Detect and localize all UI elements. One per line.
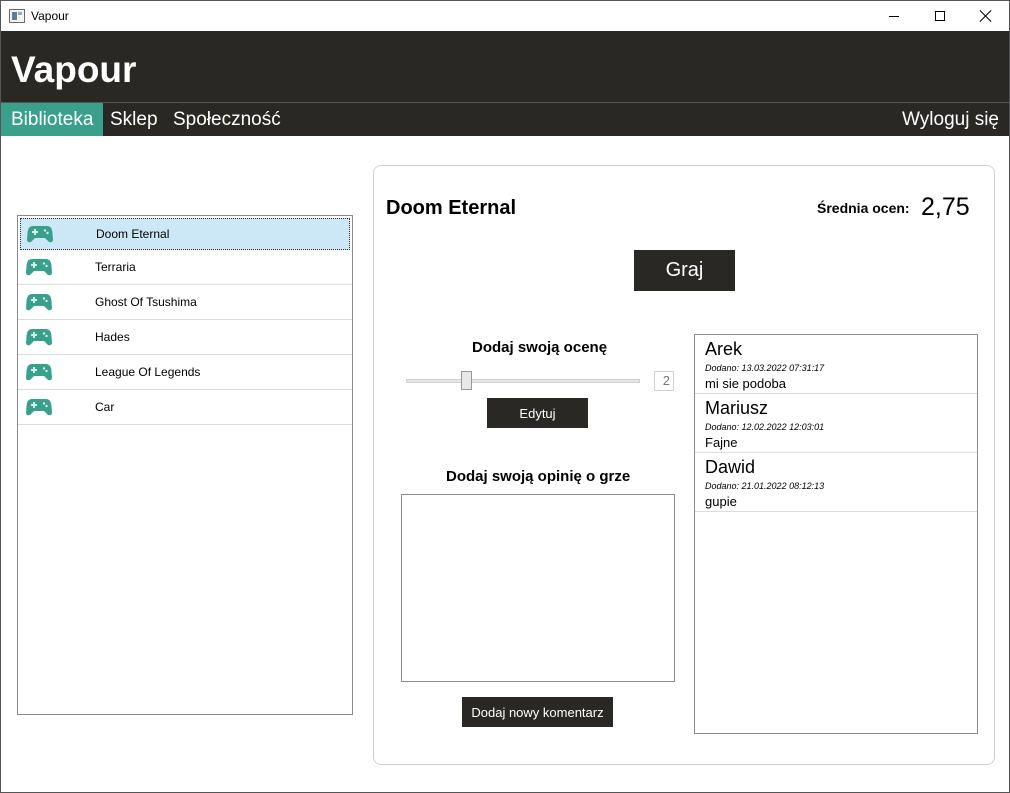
minimize-button[interactable] — [871, 1, 917, 31]
comment-item[interactable]: Dawid Dodano: 21.01.2022 08:12:13 gupie — [695, 453, 977, 512]
rating-slider-track[interactable] — [406, 379, 640, 383]
window-title: Vapour — [31, 9, 69, 23]
game-name: Car — [95, 400, 115, 414]
comments-list[interactable]: Arek Dodano: 13.03.2022 07:31:17 mi sie po… — [694, 334, 978, 734]
gamepad-icon — [26, 259, 52, 276]
rating-value-box: 2 — [654, 371, 674, 391]
close-icon — [980, 10, 992, 22]
comment-date: Dodano: 12.02.2022 12:03:01 — [705, 422, 825, 432]
game-name: Hades — [95, 330, 130, 344]
comment-text: Fajne — [705, 435, 738, 450]
comment-text: gupie — [705, 494, 737, 509]
nav-item-biblioteka[interactable]: Biblioteka — [1, 103, 104, 136]
game-list-item[interactable]: League Of Legends — [18, 355, 352, 390]
gamepad-icon — [26, 399, 52, 416]
game-title: Doom Eternal — [386, 197, 517, 219]
game-list-item[interactable]: Terraria — [18, 250, 352, 285]
game-list-item[interactable]: Car — [18, 390, 352, 425]
game-list-item[interactable]: Hades — [18, 320, 352, 355]
comment-item[interactable]: Mariusz Dodano: 12.02.2022 12:03:01 Fajne — [695, 394, 977, 453]
nav-item-sklep[interactable]: Sklep — [100, 103, 168, 136]
gamepad-icon — [27, 226, 53, 243]
rating-slider-thumb[interactable] — [461, 371, 472, 390]
comment-author: Dawid — [705, 457, 756, 477]
edit-rating-button[interactable]: Edytuj — [487, 398, 588, 428]
nav-item-spolecznosc[interactable]: Społeczność — [163, 103, 291, 136]
minimize-icon — [889, 15, 899, 17]
add-comment-button[interactable]: Dodaj nowy komentarz — [462, 697, 613, 727]
app-window: Vapour Vapour Biblioteka Sklep Społeczno… — [0, 0, 1010, 793]
comment-author: Mariusz — [705, 398, 769, 418]
opinion-label: Dodaj swoją opinię o grze — [446, 468, 631, 485]
game-name: Terraria — [95, 260, 136, 274]
close-button[interactable] — [963, 1, 1009, 31]
comment-date: Dodano: 21.01.2022 08:12:13 — [705, 481, 825, 491]
logout-button[interactable]: Wyloguj się — [892, 103, 1009, 136]
game-list-item[interactable]: Ghost Of Tsushima — [18, 285, 352, 320]
opinion-textarea[interactable] — [401, 494, 675, 682]
gamepad-icon — [26, 294, 52, 311]
maximize-icon — [935, 11, 945, 21]
game-details-panel: Doom Eternal Średnia ocen: 2,75 Graj Dod… — [373, 165, 995, 765]
app-header: Vapour — [1, 31, 1009, 102]
app-logo: Vapour — [11, 49, 137, 90]
play-button[interactable]: Graj — [634, 250, 735, 291]
app-icon — [9, 9, 25, 23]
game-name: Ghost Of Tsushima — [95, 295, 197, 309]
average-rating-value: 2,75 — [921, 193, 970, 221]
game-list-item[interactable]: Doom Eternal — [20, 218, 350, 250]
gamepad-icon — [26, 329, 52, 346]
rate-label: Dodaj swoją ocenę — [472, 339, 608, 356]
average-rating-label: Średnia ocen: — [817, 200, 910, 216]
gamepad-icon — [26, 364, 52, 381]
comment-item[interactable]: Arek Dodano: 13.03.2022 07:31:17 mi sie po… — [695, 335, 977, 394]
comment-date: Dodano: 13.03.2022 07:31:17 — [705, 363, 825, 373]
comment-text: mi sie podoba — [705, 376, 786, 391]
title-bar: Vapour — [1, 1, 1009, 31]
comment-author: Arek — [705, 339, 743, 359]
nav-bar: Biblioteka Sklep Społeczność Wyloguj się — [1, 102, 1009, 136]
maximize-button[interactable] — [917, 1, 963, 31]
game-name: League Of Legends — [95, 365, 201, 379]
game-name: Doom Eternal — [96, 227, 170, 241]
game-library-list[interactable]: Doom Eternal Terraria Ghost Of Tsushima Had… — [17, 215, 353, 715]
